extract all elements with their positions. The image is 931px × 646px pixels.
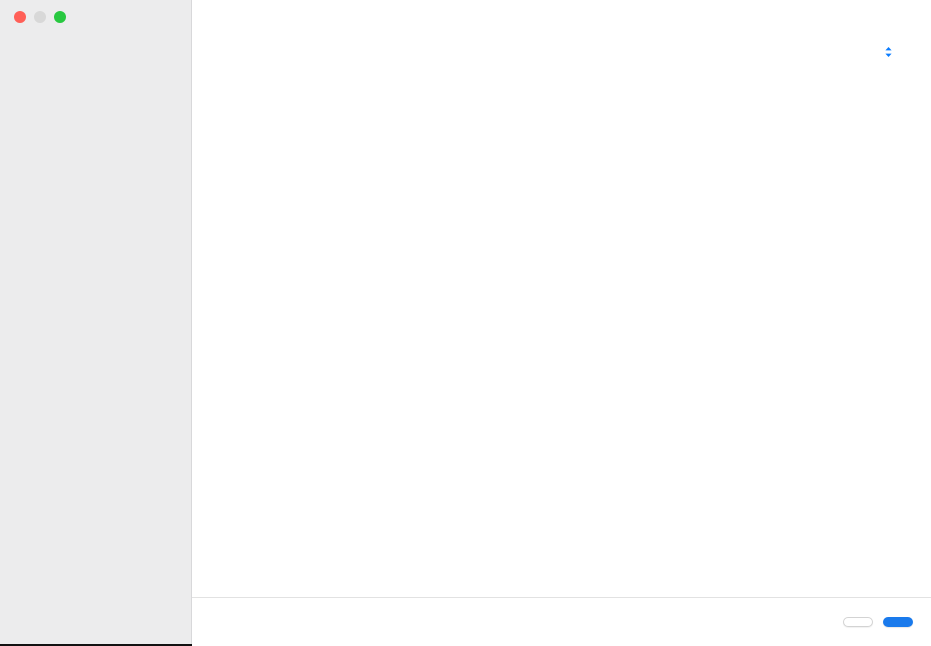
create-button[interactable] <box>883 617 913 627</box>
window-controls <box>0 0 191 23</box>
dialog-footer <box>192 597 931 646</box>
aspect-ratio-dropdown[interactable] <box>880 46 893 58</box>
zoom-window-button[interactable] <box>54 11 66 23</box>
chevron-up-down-icon <box>884 46 893 58</box>
close-window-button[interactable] <box>14 11 26 23</box>
minimize-window-button[interactable] <box>34 11 46 23</box>
header <box>192 0 931 88</box>
cancel-button[interactable] <box>843 617 873 627</box>
theme-chooser-window <box>0 0 931 646</box>
theme-scroll-area[interactable] <box>192 88 931 597</box>
sidebar <box>0 0 192 646</box>
main-panel <box>192 0 931 646</box>
